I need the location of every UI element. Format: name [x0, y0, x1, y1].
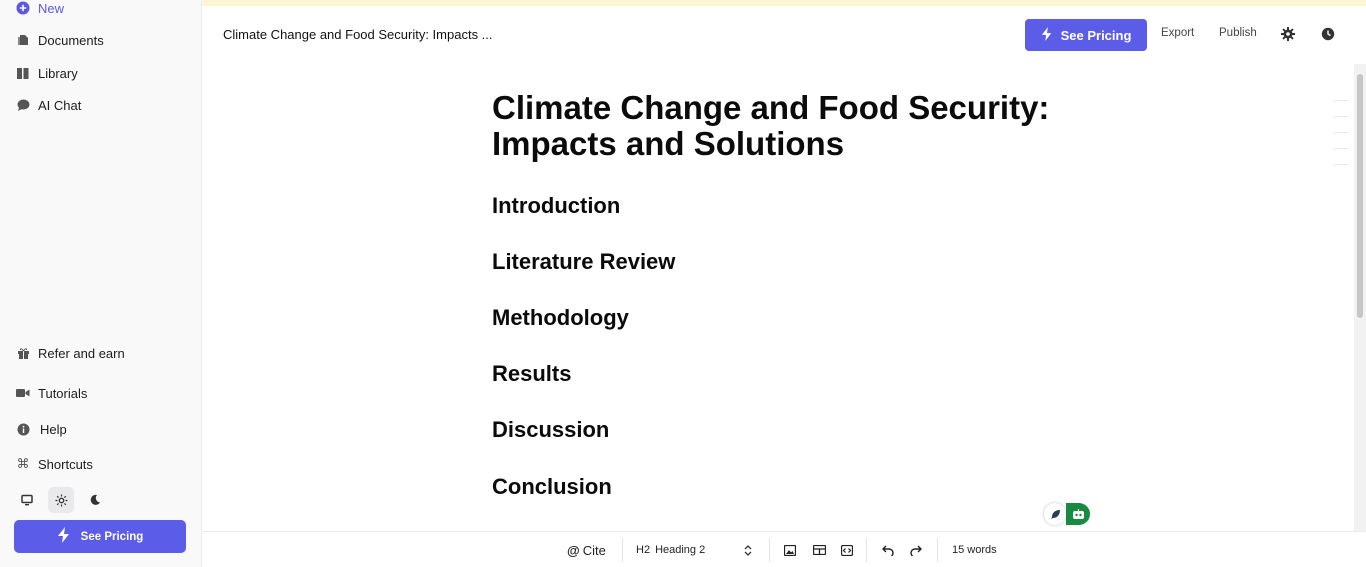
lightning-icon [57, 527, 71, 546]
sidebar: New Documents Library AI Chat Refer and … [0, 0, 202, 567]
section-heading[interactable]: Introduction [492, 193, 620, 219]
floating-assistant [1044, 503, 1090, 525]
undo-icon[interactable] [880, 542, 896, 558]
plus-circle-icon [16, 1, 30, 15]
moon-icon[interactable] [82, 487, 108, 513]
sidebar-item-refer[interactable]: Refer and earn [16, 344, 125, 362]
sidebar-item-help[interactable]: Help [16, 420, 67, 438]
text-style-select[interactable]: H2 Heading 2 [636, 532, 705, 567]
robot-icon[interactable] [1066, 503, 1090, 525]
sidebar-item-ai-chat[interactable]: AI Chat [16, 96, 81, 114]
toolbar-divider [622, 538, 623, 562]
monitor-icon[interactable] [14, 487, 40, 513]
history-icon[interactable] [1320, 26, 1336, 42]
section-heading[interactable]: Results [492, 361, 571, 387]
document-body[interactable]: Climate Change and Food Security: Impact… [492, 90, 1132, 162]
section-heading[interactable]: Literature Review [492, 249, 675, 275]
feather-icon[interactable] [1044, 503, 1066, 525]
editor-header: Climate Change and Food Security: Impact… [202, 6, 1366, 62]
lightning-icon [1041, 26, 1053, 44]
toolbar-divider [937, 538, 938, 562]
scrollbar-thumb[interactable] [1357, 74, 1363, 318]
sidebar-see-pricing-button[interactable]: See Pricing [14, 520, 186, 553]
section-heading[interactable]: Conclusion [492, 474, 612, 500]
new-button[interactable]: New [16, 0, 64, 17]
section-heading[interactable]: Discussion [492, 417, 609, 443]
new-label: New [38, 0, 65, 16]
see-pricing-label: See Pricing [80, 530, 144, 543]
sidebar-item-tutorials[interactable]: Tutorials [16, 384, 87, 402]
toolbar-divider [866, 538, 867, 562]
document-title-tab[interactable]: Climate Change and Food Security: Impact… [223, 27, 493, 42]
info-icon [16, 422, 30, 436]
cite-button[interactable]: @ Cite [567, 532, 606, 567]
image-icon[interactable] [782, 542, 798, 558]
chevron-updown-icon[interactable] [740, 542, 756, 558]
sidebar-item-label: Tutorials [38, 385, 88, 401]
style-code: H2 [636, 544, 651, 556]
redo-icon[interactable] [908, 542, 924, 558]
sidebar-item-label: Library [38, 65, 78, 81]
sidebar-item-label: Refer and earn [38, 345, 125, 361]
section-heading[interactable]: Methodology [492, 305, 629, 331]
editor-toolbar: @ Cite H2 Heading 2 15 words [202, 531, 1366, 567]
see-pricing-button[interactable]: See Pricing [1025, 19, 1147, 51]
table-icon[interactable] [811, 542, 827, 558]
sidebar-item-label: Shortcuts [38, 456, 93, 472]
outline-markers [1334, 100, 1348, 180]
sidebar-item-library[interactable]: Library [16, 64, 78, 82]
export-button[interactable]: Export [1161, 27, 1194, 39]
word-count: 15 words [952, 544, 997, 556]
chat-icon [16, 98, 30, 112]
sidebar-item-label: Documents [38, 32, 104, 48]
theme-switcher [14, 487, 108, 513]
documents-icon [16, 33, 30, 47]
command-icon: ⌘ [16, 456, 30, 471]
sidebar-item-documents[interactable]: Documents [16, 31, 104, 49]
gift-icon [16, 346, 30, 360]
at-sign-icon: @ [567, 542, 580, 558]
code-block-icon[interactable] [839, 542, 855, 558]
sun-icon[interactable] [48, 487, 74, 513]
gear-icon[interactable] [1280, 26, 1296, 42]
document-scrollbar[interactable] [1354, 64, 1366, 531]
sidebar-item-shortcuts[interactable]: ⌘ Shortcuts [16, 455, 93, 473]
library-icon [16, 66, 30, 80]
video-icon [16, 386, 30, 400]
document-heading-title[interactable]: Climate Change and Food Security: Impact… [492, 90, 1132, 162]
sidebar-item-label: Help [40, 421, 67, 437]
toolbar-divider [769, 538, 770, 562]
see-pricing-label: See Pricing [1060, 27, 1132, 43]
sidebar-item-label: AI Chat [38, 97, 82, 113]
style-label: Heading 2 [655, 544, 706, 556]
cite-label: Cite [582, 542, 606, 558]
publish-button[interactable]: Publish [1219, 27, 1257, 39]
